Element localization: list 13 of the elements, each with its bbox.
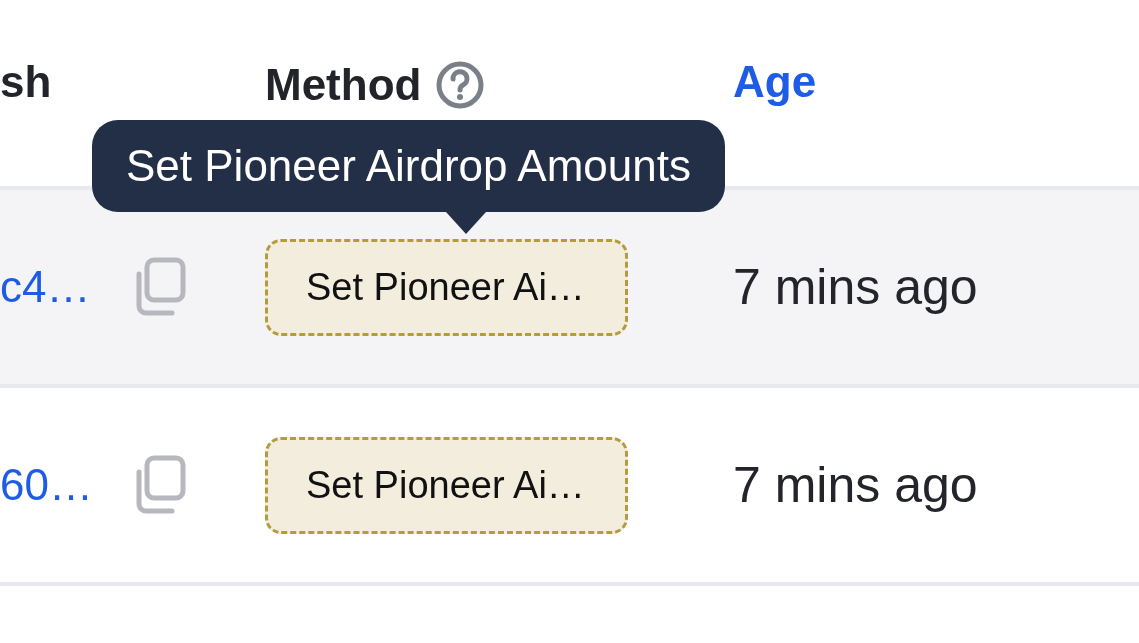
method-badge: Set Pioneer Ai… bbox=[265, 238, 628, 336]
help-icon[interactable] bbox=[435, 60, 486, 110]
age-text: 7 mins ago bbox=[733, 258, 978, 316]
table-row[interactable]: c4… Set Pioneer Ai… 7 mins ago bbox=[0, 190, 1139, 388]
hash-link[interactable]: 60… bbox=[0, 460, 93, 510]
column-header[interactable]: Age bbox=[733, 60, 817, 104]
tooltip: Set Pioneer Airdrop Amounts bbox=[92, 120, 725, 212]
hash-link[interactable]: c4… bbox=[0, 262, 91, 312]
tooltip-arrow bbox=[446, 212, 486, 234]
column-header[interactable]: Method bbox=[265, 60, 486, 110]
column-header[interactable]: sh bbox=[0, 60, 52, 104]
age-text: 7 mins ago bbox=[733, 456, 978, 514]
method-badge: Set Pioneer Ai… bbox=[265, 436, 628, 534]
